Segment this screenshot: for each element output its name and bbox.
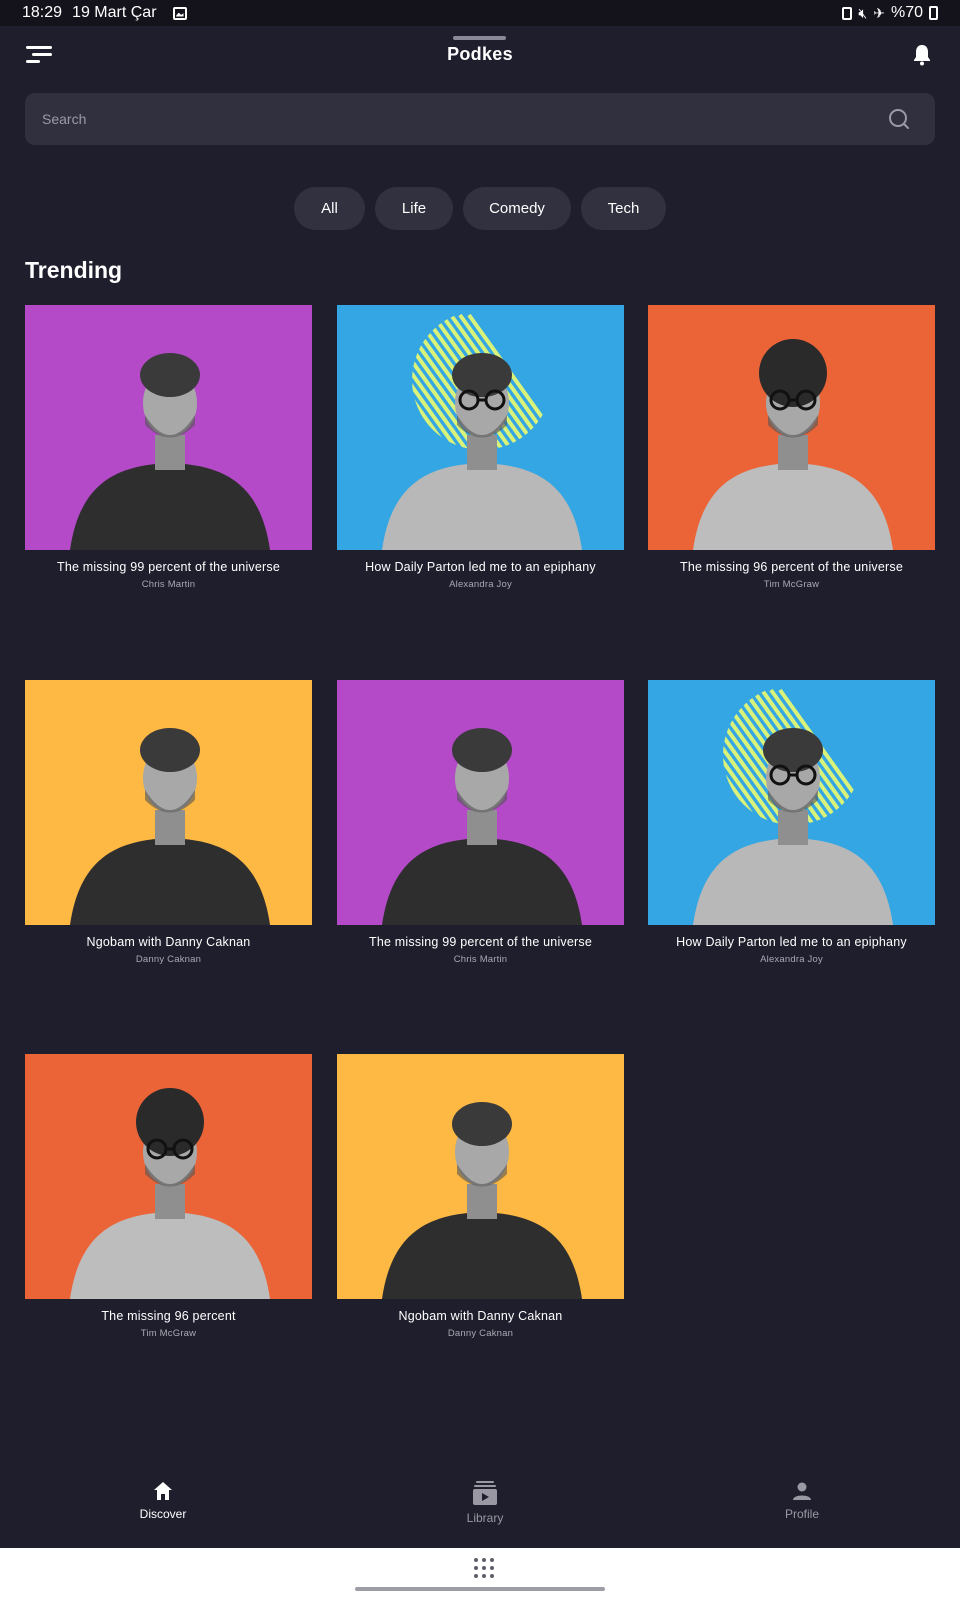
podcast-card[interactable]: The missing 99 percent of the universe C…	[337, 680, 624, 1010]
home-icon	[154, 1482, 172, 1500]
battery-icon	[929, 6, 938, 20]
nav-profile[interactable]: Profile	[742, 1480, 862, 1521]
nav-label: Library	[466, 1511, 504, 1525]
podcast-cover	[648, 680, 935, 925]
podcast-author: Alexandra Joy	[449, 579, 512, 590]
podcast-title: The missing 99 percent of the universe	[57, 560, 280, 574]
status-time: 18:29	[22, 4, 63, 21]
podcast-card[interactable]: How Daily Parton led me to an epiphany A…	[337, 305, 624, 635]
podcast-cover	[648, 305, 935, 550]
chip-life[interactable]: Life	[375, 187, 453, 230]
category-chips: All Life Comedy Tech	[0, 187, 960, 230]
system-navigation-bar	[0, 1548, 960, 1600]
image-notification-icon	[172, 6, 187, 20]
podcast-card[interactable]: How Daily Parton led me to an epiphany A…	[648, 680, 935, 1010]
person-icon	[793, 1482, 811, 1500]
podcast-author: Chris Martin	[453, 954, 508, 965]
podcast-author: Tim McGraw	[763, 579, 820, 590]
battery-saver-icon	[842, 6, 853, 20]
section-title: Trending	[25, 257, 123, 283]
podcast-author: Alexandra Joy	[760, 954, 823, 965]
podcast-card[interactable]: The missing 96 percent Tim McGraw	[25, 1054, 312, 1384]
podcast-author: Danny Caknan	[135, 954, 202, 965]
podcast-title: How Daily Parton led me to an epiphany	[365, 560, 596, 574]
podcast-title: How Daily Parton led me to an epiphany	[676, 935, 907, 949]
battery-percent: %70	[890, 4, 923, 21]
bottom-navigation: Discover Library Profile	[0, 1480, 960, 1548]
airplane-mode-icon: ✈︎	[873, 5, 885, 21]
app-title: Podkes	[447, 44, 513, 64]
podcast-card[interactable]: The missing 99 percent of the universe C…	[25, 305, 312, 635]
podcast-author: Chris Martin	[141, 579, 196, 590]
podcast-title: The missing 99 percent of the universe	[369, 935, 592, 949]
podcast-card[interactable]: Ngobam with Danny Caknan Danny Caknan	[337, 1054, 624, 1384]
drag-handle[interactable]	[453, 36, 506, 40]
chip-comedy[interactable]: Comedy	[463, 187, 571, 230]
chip-all[interactable]: All	[294, 187, 365, 230]
podcast-cover	[25, 305, 312, 550]
podcast-cover	[337, 680, 624, 925]
podcast-title: Ngobam with Danny Caknan	[398, 1309, 563, 1323]
app-drawer-icon[interactable]	[474, 1558, 494, 1578]
nav-discover[interactable]: Discover	[103, 1480, 223, 1521]
home-gesture-bar[interactable]	[355, 1587, 605, 1591]
podcast-card[interactable]: The missing 96 percent of the universe T…	[648, 305, 935, 635]
podcast-title: Ngobam with Danny Caknan	[86, 935, 251, 949]
podcast-title: The missing 96 percent of the universe	[680, 560, 903, 574]
nav-library[interactable]: Library	[425, 1480, 545, 1525]
podcast-title: The missing 96 percent	[101, 1309, 236, 1323]
search-icon[interactable]	[888, 108, 910, 130]
library-icon	[473, 1481, 497, 1505]
nav-label: Profile	[784, 1507, 819, 1521]
status-bar: 18:29 19 Mart Çar 🔇︎ ✈︎ %70	[0, 0, 960, 26]
podcast-card[interactable]: Ngobam with Danny Caknan Danny Caknan	[25, 680, 312, 1010]
mute-icon: 🔇︎	[858, 5, 868, 21]
podcast-cover	[25, 1054, 312, 1299]
status-date: 19 Mart Çar	[72, 4, 157, 21]
podcast-author: Tim McGraw	[140, 1328, 197, 1339]
chip-tech[interactable]: Tech	[581, 187, 666, 230]
search-bar[interactable]	[25, 93, 935, 145]
nav-label: Discover	[139, 1507, 187, 1521]
podcast-author: Danny Caknan	[447, 1328, 514, 1339]
podcast-cover	[337, 305, 624, 550]
podcast-cover	[25, 680, 312, 925]
podcast-cover	[337, 1054, 624, 1299]
search-input[interactable]	[42, 111, 888, 127]
notification-bell-icon[interactable]	[912, 44, 932, 66]
